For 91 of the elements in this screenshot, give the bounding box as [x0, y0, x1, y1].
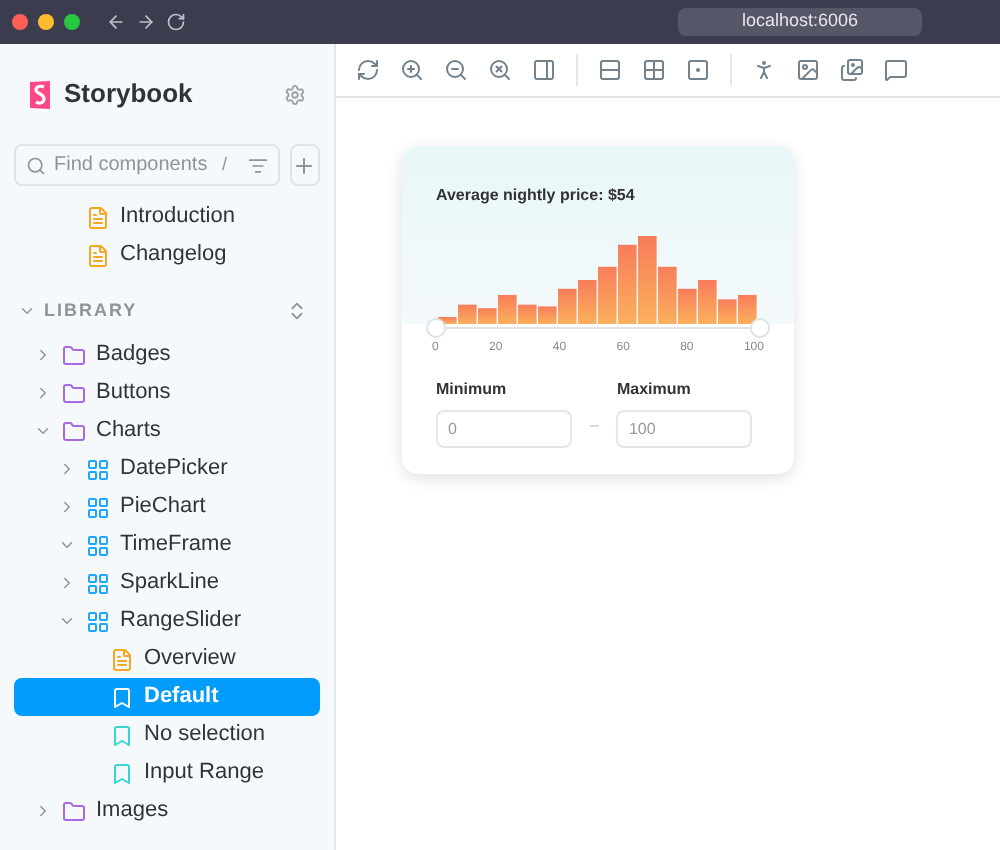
tree-item[interactable]: DatePicker: [14, 450, 320, 488]
document-icon: [86, 205, 110, 229]
tree-item-label: Input Range: [144, 758, 264, 789]
chevron-down-icon: [18, 302, 36, 320]
histogram-bar: [578, 280, 597, 324]
search-icon: [26, 155, 46, 175]
folder-icon: [62, 799, 86, 823]
add-button[interactable]: [289, 144, 320, 186]
tree-item-label: Changelog: [120, 240, 227, 271]
card-title: Average nightly price: $54: [436, 184, 637, 208]
grid-icon[interactable]: [642, 58, 666, 82]
tree-item-label: Charts: [96, 416, 161, 447]
tree-item-label: Buttons: [96, 378, 171, 409]
tree-item[interactable]: Badges: [14, 336, 320, 374]
chevron-right-icon: [34, 802, 52, 820]
forward-icon[interactable]: [136, 12, 156, 32]
slider-thumb[interactable]: [426, 318, 446, 338]
folder-icon: [62, 381, 86, 405]
chevron-right-icon: [34, 346, 52, 364]
tree-item-label: Default: [144, 682, 219, 713]
tree-item[interactable]: Changelog: [14, 236, 320, 274]
tree-item-label: RangeSlider: [120, 606, 242, 637]
bookmark-icon: [110, 723, 134, 747]
expand-collapse-icon[interactable]: [286, 300, 308, 322]
tree-item-label: Images: [96, 796, 169, 827]
tree-item[interactable]: Input Range: [14, 754, 320, 792]
images-icon[interactable]: [840, 58, 864, 82]
tree-item[interactable]: RangeSlider: [14, 602, 320, 640]
rows-icon[interactable]: [598, 58, 622, 82]
tree-item[interactable]: No selection: [14, 716, 320, 754]
chevron-down-icon: [58, 612, 76, 630]
grid-icon: [86, 571, 110, 595]
reload-icon[interactable]: [356, 58, 380, 82]
shortcut-key: /: [222, 151, 228, 179]
plus-icon: [292, 153, 317, 177]
grid-icon: [86, 533, 110, 557]
tree-item[interactable]: TimeFrame: [14, 526, 320, 564]
tree-item[interactable]: Images: [14, 792, 320, 830]
address-bar[interactable]: localhost:6006: [678, 8, 922, 36]
document-icon: [110, 647, 134, 671]
tree-item-label: SparkLine: [120, 568, 220, 599]
histogram-bar: [738, 294, 757, 324]
grid-icon: [86, 457, 110, 481]
grid-icon: [86, 495, 110, 519]
tree-item-label: DatePicker: [120, 454, 228, 485]
section-label: LIBRARY: [44, 297, 138, 324]
tree-item-label: Badges: [96, 340, 171, 371]
back-icon[interactable]: [106, 12, 126, 32]
tree-item-label: PieChart: [120, 492, 206, 523]
filter-icon[interactable]: [247, 155, 268, 175]
slider-thumb[interactable]: [750, 318, 770, 338]
bookmark-icon: [110, 761, 134, 785]
chevron-right-icon: [58, 460, 76, 478]
panel-icon[interactable]: [532, 58, 556, 82]
accessibility-icon[interactable]: [752, 58, 776, 82]
reload-icon[interactable]: [166, 12, 186, 32]
chevron-right-icon: [58, 574, 76, 592]
search-input[interactable]: Find components: [54, 150, 214, 180]
comment-icon[interactable]: [884, 58, 908, 82]
chevron-right-icon: [58, 498, 76, 516]
tree-item-label: Overview: [144, 644, 236, 675]
grid-icon: [86, 609, 110, 633]
document-icon: [86, 243, 110, 267]
zoom-in-icon[interactable]: [400, 58, 424, 82]
tree-item[interactable]: PieChart: [14, 488, 320, 526]
histogram-bar: [598, 266, 617, 324]
bookmark-icon: [110, 685, 134, 709]
chevron-down-icon: [34, 422, 52, 440]
folder-icon: [62, 419, 86, 443]
app-title: Storybook: [64, 76, 193, 113]
minimum-label: Minimum: [436, 378, 509, 402]
tree-item-label: No selection: [144, 720, 266, 751]
tree-item[interactable]: Buttons: [14, 374, 320, 412]
histogram-bar: [618, 244, 637, 324]
tree-item[interactable]: SparkLine: [14, 564, 320, 602]
zoom-out-icon[interactable]: [444, 58, 468, 82]
frame-icon[interactable]: [686, 58, 710, 82]
chevron-right-icon: [34, 384, 52, 402]
image-icon[interactable]: [796, 58, 820, 82]
zoom-reset-icon[interactable]: [488, 58, 512, 82]
chevron-down-icon: [58, 536, 76, 554]
settings-icon[interactable]: [284, 83, 306, 105]
storybook-logo-icon: [28, 79, 52, 109]
tree-item-label: TimeFrame: [120, 530, 232, 561]
tree-item-label: Introduction: [120, 202, 235, 233]
tree-item[interactable]: Overview: [14, 640, 320, 678]
tree-item[interactable]: Charts: [14, 412, 320, 450]
maximum-label: Maximum: [616, 378, 693, 402]
folder-icon: [62, 343, 86, 367]
range-separator: –: [590, 414, 599, 438]
tree-item[interactable]: Introduction: [14, 198, 320, 236]
